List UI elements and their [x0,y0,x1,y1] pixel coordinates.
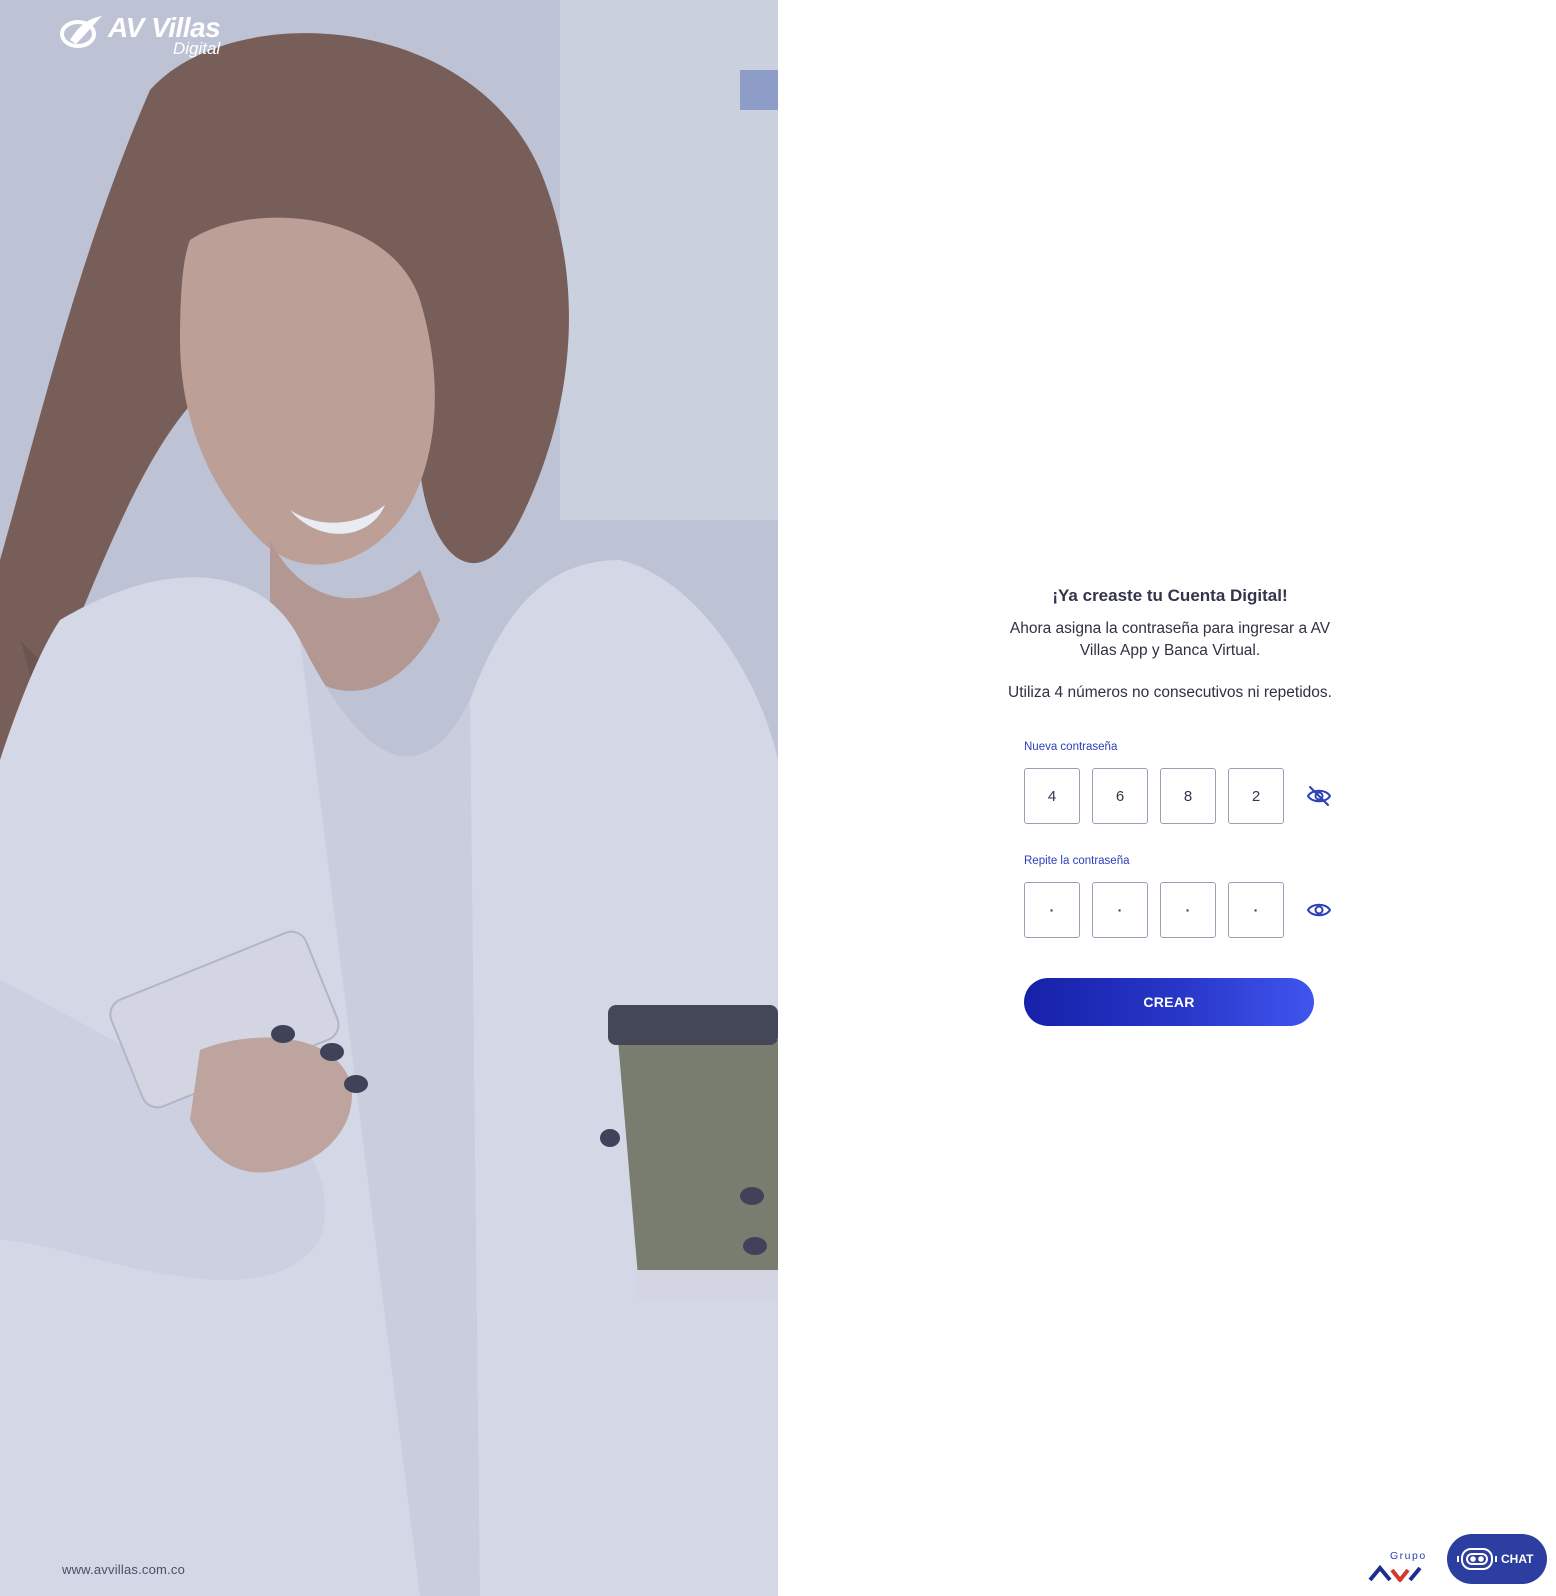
chatbot-icon [1457,1548,1497,1570]
new-password-digit-1[interactable]: 4 [1024,768,1080,824]
new-password-label: Nueva contraseña [1024,741,1118,753]
form-title: ¡Ya creaste tu Cuenta Digital! [1052,586,1288,605]
repeat-password-pins: · · · · [1024,882,1334,938]
hero-tint [0,0,778,1596]
eye-off-icon[interactable] [1304,781,1334,811]
new-password-pins: 4 6 8 2 [1024,768,1334,824]
av-villas-logo-icon [60,16,102,48]
hero-panel: AV Villas Digital www.avvillas.com.co [0,0,778,1596]
grupo-text: Grupo [1390,1550,1427,1562]
form-lead: Ahora asigna la contraseña para ingresar… [1009,620,1331,659]
repeat-password-digit-3[interactable]: · [1160,882,1216,938]
repeat-password-digit-4[interactable]: · [1228,882,1284,938]
grupo-aval-logo: Grupo [1368,1550,1428,1587]
aval-mark-icon [1368,1564,1422,1584]
brand-logo[interactable]: AV Villas Digital [60,12,221,58]
create-button[interactable]: CREAR [1024,978,1314,1026]
repeat-password-digit-1[interactable]: · [1024,882,1080,938]
new-password-digit-4[interactable]: 2 [1228,768,1284,824]
brand-name: AV Villas [108,12,221,43]
eye-icon[interactable] [1304,895,1334,925]
password-form-header: ¡Ya creaste tu Cuenta Digital! Ahora asi… [992,586,1348,702]
chat-button[interactable]: CHAT [1447,1534,1547,1584]
repeat-password-digit-2[interactable]: · [1092,882,1148,938]
repeat-password-label: Repite la contraseña [1024,855,1130,867]
new-password-digit-2[interactable]: 6 [1092,768,1148,824]
new-password-digit-3[interactable]: 8 [1160,768,1216,824]
website-link[interactable]: www.avvillas.com.co [62,1562,185,1577]
form-rule: Utiliza 4 números no consecutivos ni rep… [1008,684,1332,701]
chat-label: CHAT [1501,1552,1534,1566]
page: AV Villas Digital www.avvillas.com.co ¡Y… [0,0,1556,1596]
brand-words: AV Villas Digital [108,12,221,58]
